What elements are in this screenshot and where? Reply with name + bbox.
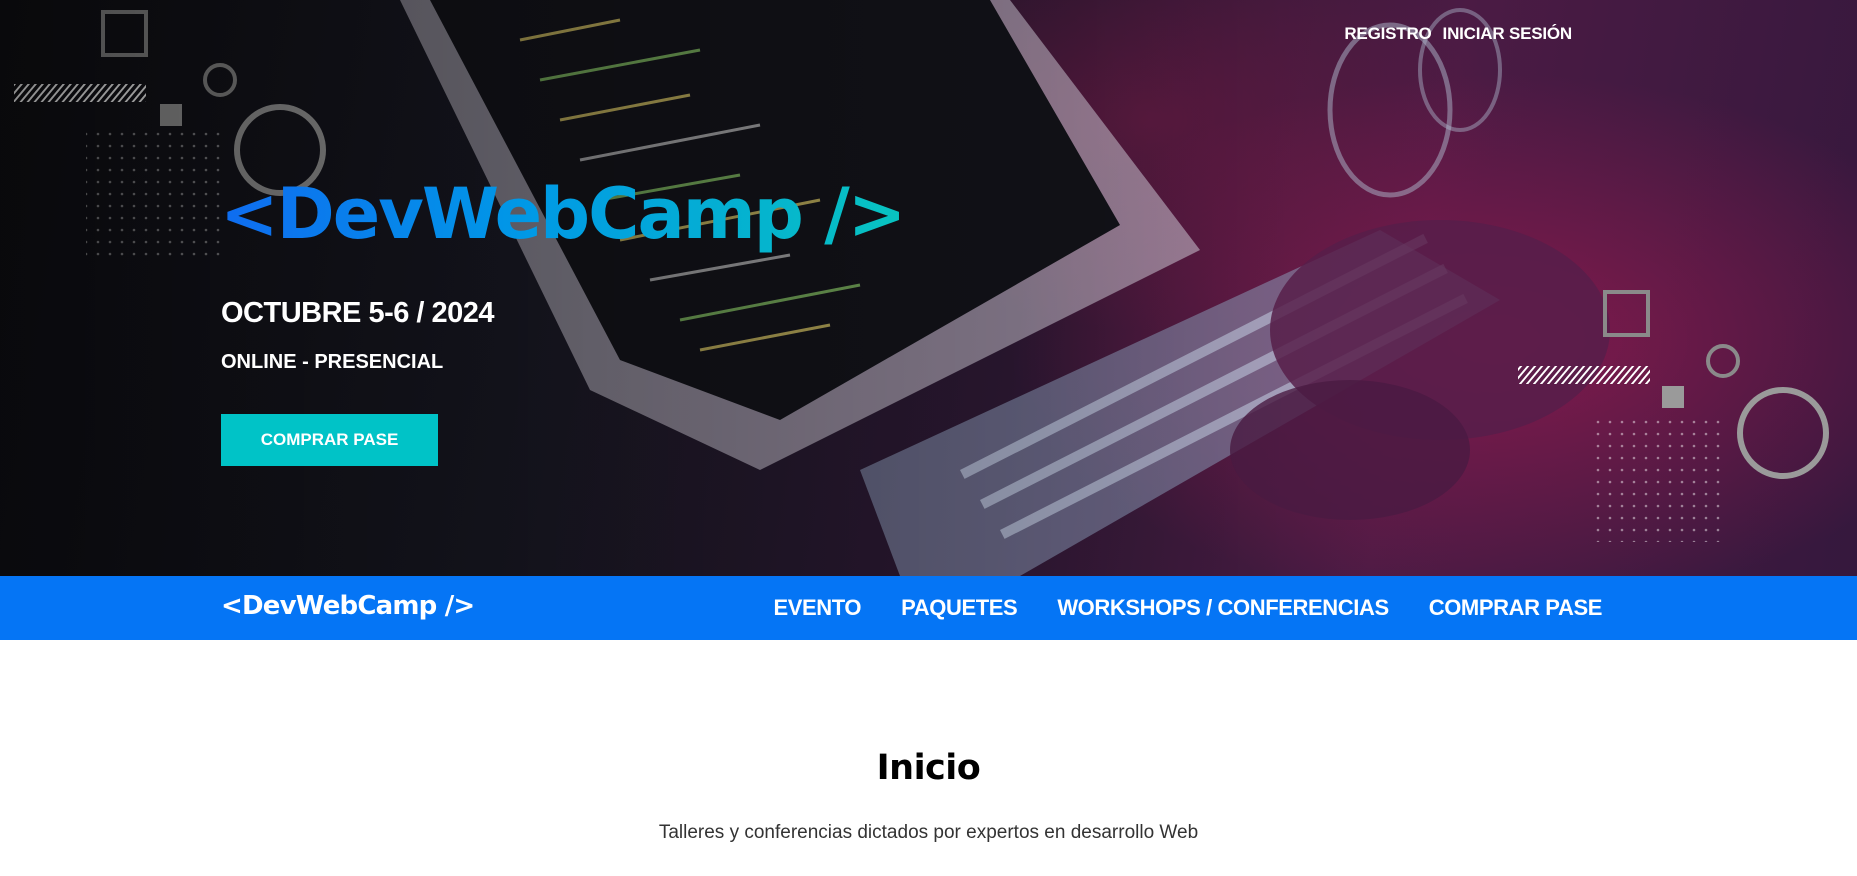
nav-item-comprar-pase[interactable]: COMPRAR PASE [1429,595,1603,621]
buy-pass-button[interactable]: COMPRAR PASE [221,414,438,466]
register-link[interactable]: REGISTRO [1344,24,1431,44]
hero-overlay [0,0,1857,576]
section-title: Inicio [876,748,981,788]
account-links: REGISTRO INICIAR SESIÓN [1344,24,1572,44]
main-nav: EVENTO PAQUETES WORKSHOPS / CONFERENCIAS… [773,595,1602,621]
hero-banner: REGISTRO INICIAR SESIÓN <DevWebCamp /> O… [0,0,1857,576]
event-date: OCTUBRE 5-6 / 2024 [221,297,495,329]
nav-item-workshops[interactable]: WORKSHOPS / CONFERENCIAS [1057,595,1389,621]
hero-brand-title[interactable]: <DevWebCamp /> [220,170,906,258]
main-navbar: <DevWebCamp /> EVENTO PAQUETES WORKSHOPS… [0,576,1857,640]
login-link[interactable]: INICIAR SESIÓN [1443,24,1573,44]
nav-item-paquetes[interactable]: PAQUETES [901,595,1018,621]
navbar-logo[interactable]: <DevWebCamp /> [221,591,475,621]
section-description: Talleres y conferencias dictados por exp… [658,822,1199,843]
event-mode: ONLINE - PRESENCIAL [221,351,444,373]
nav-item-evento[interactable]: EVENTO [773,595,861,621]
